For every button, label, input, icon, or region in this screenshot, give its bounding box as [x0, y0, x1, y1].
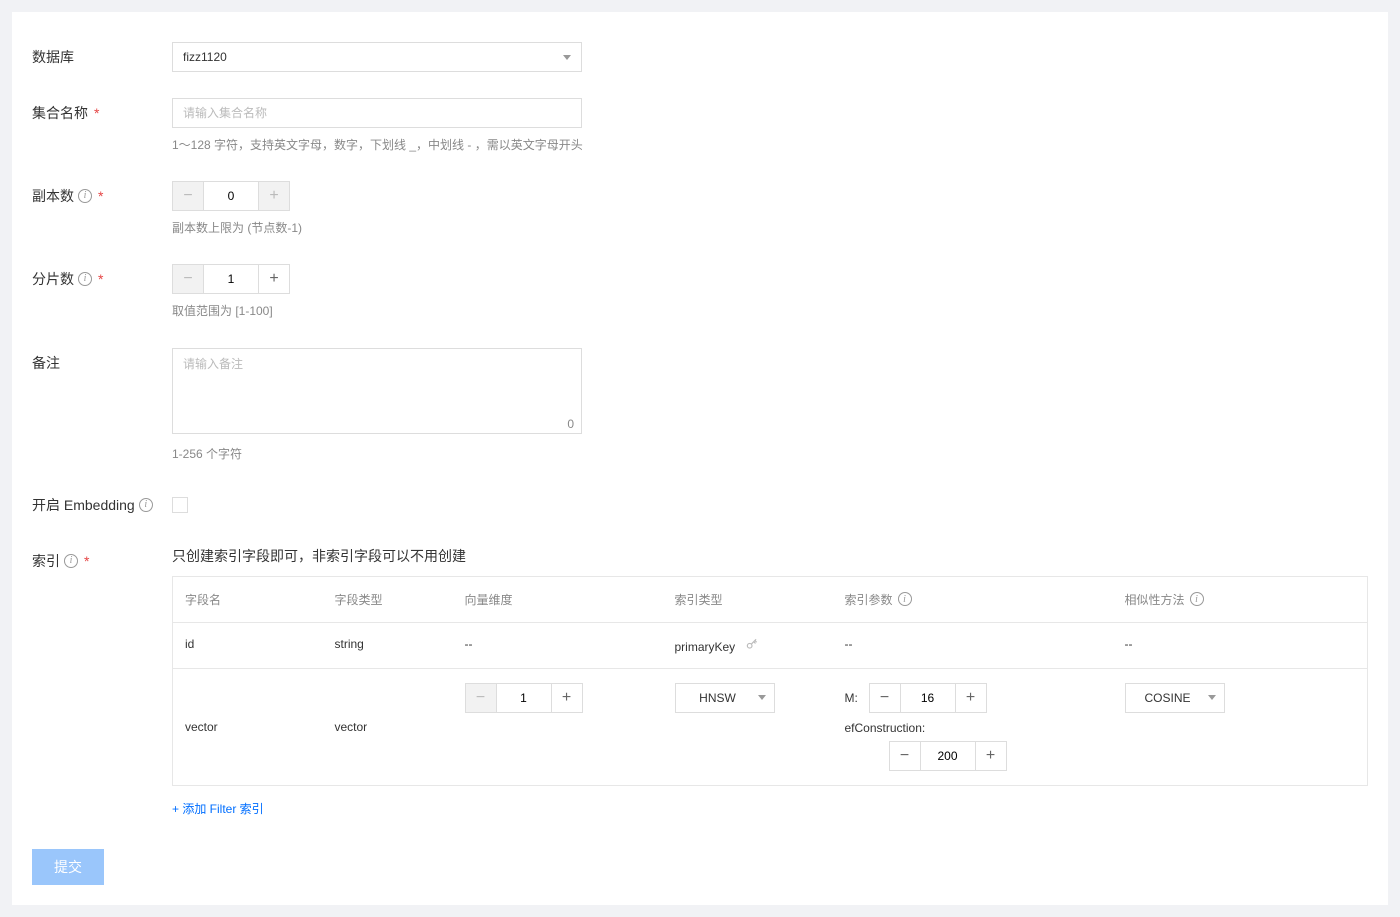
th-fieldname: 字段名 — [173, 576, 323, 622]
cell-indextype: HNSW — [663, 668, 833, 785]
cell-similarity: COSINE — [1113, 668, 1368, 785]
label-shards: 分片数 i * — [32, 264, 172, 294]
param-ef-plus-button[interactable]: + — [976, 742, 1006, 770]
cell-fieldname: id — [173, 622, 323, 668]
collection-name-input[interactable] — [172, 98, 582, 128]
info-icon: i — [78, 189, 92, 203]
shards-stepper[interactable]: − + — [172, 264, 290, 294]
cell-indextype: primaryKey — [663, 622, 833, 668]
param-m-input[interactable] — [900, 684, 956, 712]
th-fieldtype: 字段类型 — [323, 576, 453, 622]
cell-indexparam: -- — [833, 622, 1113, 668]
embedding-checkbox[interactable] — [172, 497, 188, 513]
replicas-input[interactable] — [203, 182, 259, 210]
param-m-minus-button[interactable]: − — [870, 684, 900, 712]
row-database: 数据库 fizz1120 — [32, 42, 1368, 72]
replicas-minus-button[interactable]: − — [173, 182, 203, 210]
collection-name-helper: 1～128 字符，支持英文字母，数字，下划线 _，中划线 - ，需以英文字母开头 — [172, 136, 1368, 155]
cell-vectordim: − + — [453, 668, 663, 785]
indextype-select[interactable]: HNSW — [675, 683, 775, 713]
chevron-down-icon — [563, 55, 571, 60]
shards-input[interactable] — [203, 265, 259, 293]
submit-button[interactable]: 提交 — [32, 849, 104, 885]
row-embedding: 开启 Embedding i — [32, 490, 1368, 520]
cell-fieldname: vector — [173, 668, 323, 785]
chevron-down-icon — [1208, 695, 1216, 700]
database-select[interactable]: fizz1120 — [172, 42, 582, 72]
param-ef-stepper[interactable]: − + — [889, 741, 1007, 771]
param-ef-minus-button[interactable]: − — [890, 742, 920, 770]
shards-minus-button[interactable]: − — [173, 265, 203, 293]
shards-helper: 取值范围为 [1-100] — [172, 302, 1368, 321]
replicas-plus-button[interactable]: + — [259, 182, 289, 210]
cell-indexparam: M: − + efConstruction: — [833, 668, 1113, 785]
label-index: 索引 i * — [32, 546, 172, 576]
table-row-vector: vector vector − + HNSW — [173, 668, 1368, 785]
replicas-stepper[interactable]: − + — [172, 181, 290, 211]
row-collection-name: 集合名称* 1～128 字符，支持英文字母，数字，下划线 _，中划线 - ，需以… — [32, 98, 1368, 155]
shards-plus-button[interactable]: + — [259, 265, 289, 293]
cell-similarity: -- — [1113, 622, 1368, 668]
label-collection-name: 集合名称* — [32, 98, 172, 128]
cell-vectordim: -- — [453, 622, 663, 668]
remark-char-count: 0 — [567, 417, 574, 431]
th-indextype: 索引类型 — [663, 576, 833, 622]
info-icon: i — [64, 554, 78, 568]
cell-fieldtype: string — [323, 622, 453, 668]
param-ef-input[interactable] — [920, 742, 976, 770]
remark-textarea[interactable] — [172, 348, 582, 434]
vectordim-plus-button[interactable]: + — [552, 684, 582, 712]
vectordim-minus-button[interactable]: − — [466, 684, 496, 712]
param-m-stepper[interactable]: − + — [869, 683, 987, 713]
row-replicas: 副本数 i * − + 副本数上限为 (节点数-1) — [32, 181, 1368, 238]
form-card: 数据库 fizz1120 集合名称* 1～128 字符，支持英文字母，数字，下划… — [12, 12, 1388, 905]
key-icon — [745, 637, 759, 654]
replicas-helper: 副本数上限为 (节点数-1) — [172, 219, 1368, 238]
index-table: 字段名 字段类型 向量维度 索引类型 索引参数 i 相似性方法 — [172, 576, 1368, 786]
remark-helper: 1-256 个字符 — [172, 445, 1368, 464]
row-remark: 备注 0 1-256 个字符 — [32, 348, 1368, 464]
info-icon: i — [139, 498, 153, 512]
label-database: 数据库 — [32, 42, 172, 72]
param-m-plus-button[interactable]: + — [956, 684, 986, 712]
vectordim-input[interactable] — [496, 684, 552, 712]
row-shards: 分片数 i * − + 取值范围为 [1-100] — [32, 264, 1368, 321]
th-indexparam: 索引参数 i — [833, 576, 1113, 622]
add-filter-link[interactable]: + 添加 Filter 索引 — [172, 800, 264, 817]
row-index: 索引 i * 只创建索引字段即可，非索引字段可以不用创建 字段名 字段类型 向量… — [32, 546, 1368, 817]
info-icon: i — [898, 592, 912, 606]
similarity-select[interactable]: COSINE — [1125, 683, 1225, 713]
info-icon: i — [78, 272, 92, 286]
th-similarity: 相似性方法 i — [1113, 576, 1368, 622]
param-m-label: M: — [845, 691, 859, 705]
cell-fieldtype: vector — [323, 668, 453, 785]
table-row-id: id string -- primaryKey -- -- — [173, 622, 1368, 668]
vectordim-stepper[interactable]: − + — [465, 683, 583, 713]
label-remark: 备注 — [32, 348, 172, 378]
param-ef-label: efConstruction: — [845, 721, 1101, 735]
index-note: 只创建索引字段即可，非索引字段可以不用创建 — [172, 546, 1368, 566]
label-replicas: 副本数 i * — [32, 181, 172, 211]
chevron-down-icon — [758, 695, 766, 700]
label-embedding: 开启 Embedding i — [32, 490, 172, 520]
th-vectordim: 向量维度 — [453, 576, 663, 622]
info-icon: i — [1190, 592, 1204, 606]
